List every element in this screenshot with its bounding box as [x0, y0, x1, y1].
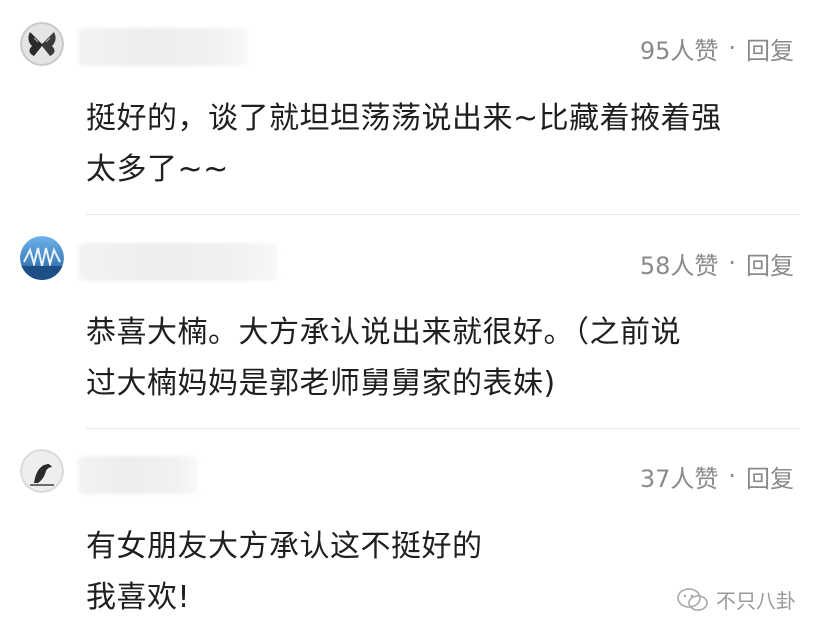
reply-button[interactable]: 回复 — [746, 31, 794, 66]
username-redacted — [78, 243, 278, 281]
comment-meta: 58人赞 · 回复 — [640, 243, 794, 283]
avatar[interactable] — [20, 236, 64, 280]
separator-dot: · — [728, 462, 736, 490]
username-redacted — [78, 28, 248, 66]
separator-dot: · — [728, 249, 736, 277]
watermark: 不只八卦 — [676, 585, 796, 614]
reply-button[interactable]: 回复 — [746, 459, 794, 494]
bird-avatar-icon — [20, 449, 64, 493]
comment-line: 过大楠妈妈是郭老师舅舅家的表妹) — [86, 366, 556, 401]
butterfly-avatar-icon — [20, 22, 64, 66]
username-redacted — [78, 456, 198, 494]
avatar[interactable] — [20, 22, 64, 66]
comment-meta: 95人赞 · 回复 — [640, 28, 794, 68]
comment-text: 恭喜大楠。大方承认说出来就很好。（之前说 过大楠妈妈是郭老师舅舅家的表妹) — [86, 307, 800, 409]
comment-line: 挺好的，谈了就坦坦荡荡说出来~比藏着掖着强 — [86, 101, 722, 136]
comment-meta: 37人赞 · 回复 — [640, 456, 794, 496]
like-count[interactable]: 37人赞 — [640, 459, 719, 494]
like-count[interactable]: 95人赞 — [640, 31, 719, 66]
blue-pattern-avatar-icon — [20, 236, 64, 280]
comment-line: 太多了~~ — [86, 152, 229, 187]
watermark-text: 不只八卦 — [716, 589, 796, 613]
reply-button[interactable]: 回复 — [746, 246, 794, 281]
divider — [86, 428, 800, 429]
divider — [86, 214, 800, 215]
comment-list: 95人赞 · 回复 挺好的，谈了就坦坦荡荡说出来~比藏着掖着强 太多了~~ 58… — [0, 0, 818, 634]
wechat-logo-icon — [676, 587, 710, 613]
like-count[interactable]: 58人赞 — [640, 246, 719, 281]
avatar[interactable] — [20, 449, 64, 493]
comment-line: 恭喜大楠。大方承认说出来就很好。（之前说 — [86, 315, 681, 350]
separator-dot: · — [728, 34, 736, 62]
comment-text: 挺好的，谈了就坦坦荡荡说出来~比藏着掖着强 太多了~~ — [86, 93, 800, 195]
comment-line: 有女朋友大方承认这不挺好的 — [86, 529, 483, 564]
